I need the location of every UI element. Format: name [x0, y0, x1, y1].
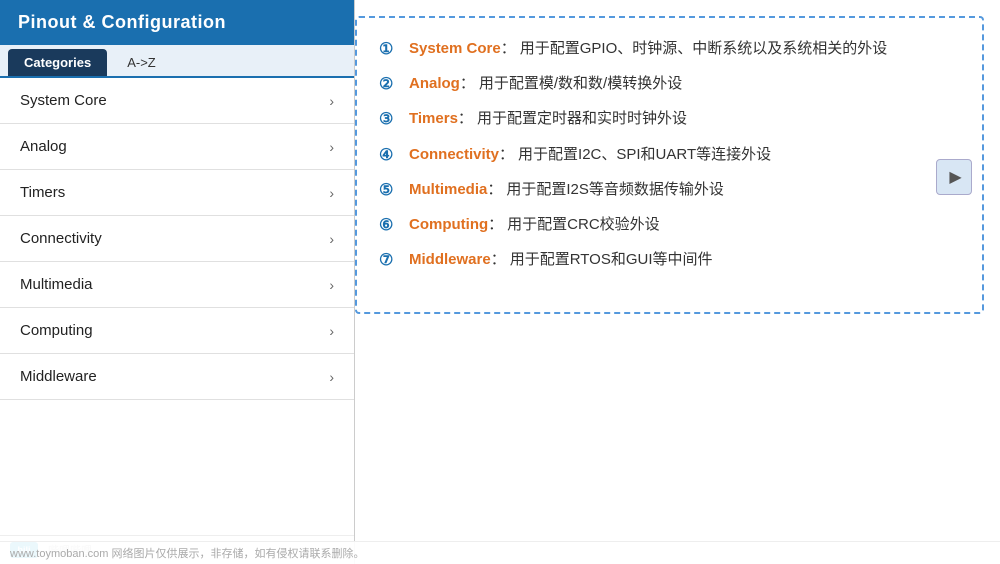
chevron-icon: › [329, 93, 334, 109]
desc-item-7: ⑦ Middleware：用于配置RTOS和GUI等中间件 [379, 247, 960, 274]
desc-item-5: ⑤ Multimedia：用于配置I2S等音频数据传输外设 [379, 177, 960, 204]
item-number-2: ② [379, 71, 403, 98]
category-item-multimedia[interactable]: Multimedia › [0, 262, 354, 308]
tab-categories[interactable]: Categories [8, 49, 107, 76]
category-item-computing[interactable]: Computing › [0, 308, 354, 354]
desc-item-2: ② Analog：用于配置模/数和数/模转换外设 [379, 71, 960, 98]
chevron-icon: › [329, 323, 334, 339]
item-text-block-2: Analog：用于配置模/数和数/模转换外设 [409, 71, 960, 97]
item-colon-5: ： [487, 181, 502, 198]
item-title-7: Middleware [409, 251, 491, 268]
chevron-icon: › [329, 369, 334, 385]
chevron-icon: › [329, 139, 334, 155]
tab-atoz[interactable]: A->Z [111, 49, 172, 76]
category-label: Computing [20, 322, 93, 339]
item-text-block-3: Timers：用于配置定时器和实时时钟外设 [409, 106, 960, 132]
panel-title: Pinout & Configuration [18, 12, 226, 32]
desc-item-4: ④ Connectivity：用于配置I2C、SPI和UART等连接外设 [379, 142, 960, 169]
item-title-4: Connectivity [409, 146, 499, 163]
item-number-7: ⑦ [379, 247, 403, 274]
chevron-icon: › [329, 185, 334, 201]
item-colon-7: ： [491, 251, 506, 268]
desc-item-1: ① System Core：用于配置GPIO、时钟源、中断系统以及系统相关的外设 [379, 36, 960, 63]
item-number-1: ① [379, 36, 403, 63]
item-text-block-7: Middleware：用于配置RTOS和GUI等中间件 [409, 247, 960, 273]
item-text-block-5: Multimedia：用于配置I2S等音频数据传输外设 [409, 177, 960, 203]
desc-item-6: ⑥ Computing：用于配置CRC校验外设 [379, 212, 960, 239]
item-title-3: Timers [409, 110, 458, 127]
play-button[interactable] [936, 159, 972, 195]
item-desc-4: 用于配置I2C、SPI和UART等连接外设 [518, 146, 771, 163]
panel-header: Pinout & Configuration [0, 0, 354, 45]
item-desc-7: 用于配置RTOS和GUI等中间件 [510, 251, 713, 268]
main-container: Pinout & Configuration Categories A->Z S… [0, 0, 1000, 564]
item-title-5: Multimedia [409, 181, 487, 198]
category-label: Timers [20, 184, 65, 201]
category-item-analog[interactable]: Analog › [0, 124, 354, 170]
item-text-block-6: Computing：用于配置CRC校验外设 [409, 212, 960, 238]
category-item-system-core[interactable]: System Core › [0, 78, 354, 124]
category-label: Multimedia [20, 276, 93, 293]
item-number-3: ③ [379, 106, 403, 133]
item-colon-1: ： [501, 40, 516, 57]
item-colon-4: ： [499, 146, 514, 163]
footer-watermark: www.toymoban.com 网络图片仅供展示，非存储，如有侵权请联系删除。 [0, 541, 1000, 564]
chevron-icon: › [329, 277, 334, 293]
item-text-block-4: Connectivity：用于配置I2C、SPI和UART等连接外设 [409, 142, 960, 168]
category-label: System Core [20, 92, 107, 109]
category-label: Connectivity [20, 230, 102, 247]
description-list: ① System Core：用于配置GPIO、时钟源、中断系统以及系统相关的外设… [379, 36, 960, 282]
category-label: Middleware [20, 368, 97, 385]
item-number-5: ⑤ [379, 177, 403, 204]
item-desc-6: 用于配置CRC校验外设 [507, 216, 660, 233]
footer-text: www.toymoban.com 网络图片仅供展示，非存储，如有侵权请联系删除。 [10, 548, 364, 560]
item-colon-2: ： [460, 75, 475, 92]
category-label: Analog [20, 138, 67, 155]
tab-bar: Categories A->Z [0, 45, 354, 78]
item-number-6: ⑥ [379, 212, 403, 239]
item-colon-6: ： [488, 216, 503, 233]
item-desc-1: 用于配置GPIO、时钟源、中断系统以及系统相关的外设 [520, 40, 888, 57]
category-item-middleware[interactable]: Middleware › [0, 354, 354, 400]
left-panel: Pinout & Configuration Categories A->Z S… [0, 0, 355, 564]
item-desc-5: 用于配置I2S等音频数据传输外设 [506, 181, 724, 198]
item-desc-3: 用于配置定时器和实时时钟外设 [477, 110, 687, 127]
item-title-2: Analog [409, 75, 460, 92]
category-item-timers[interactable]: Timers › [0, 170, 354, 216]
item-desc-2: 用于配置模/数和数/模转换外设 [479, 75, 682, 92]
item-text-block-1: System Core：用于配置GPIO、时钟源、中断系统以及系统相关的外设 [409, 36, 960, 62]
category-item-connectivity[interactable]: Connectivity › [0, 216, 354, 262]
item-title-1: System Core [409, 40, 501, 57]
category-list: System Core › Analog › Timers › Connecti… [0, 78, 354, 535]
item-colon-3: ： [458, 110, 473, 127]
desc-item-3: ③ Timers：用于配置定时器和实时时钟外设 [379, 106, 960, 133]
chevron-icon: › [329, 231, 334, 247]
item-title-6: Computing [409, 216, 488, 233]
right-panel: ① System Core：用于配置GPIO、时钟源、中断系统以及系统相关的外设… [355, 16, 984, 314]
item-number-4: ④ [379, 142, 403, 169]
